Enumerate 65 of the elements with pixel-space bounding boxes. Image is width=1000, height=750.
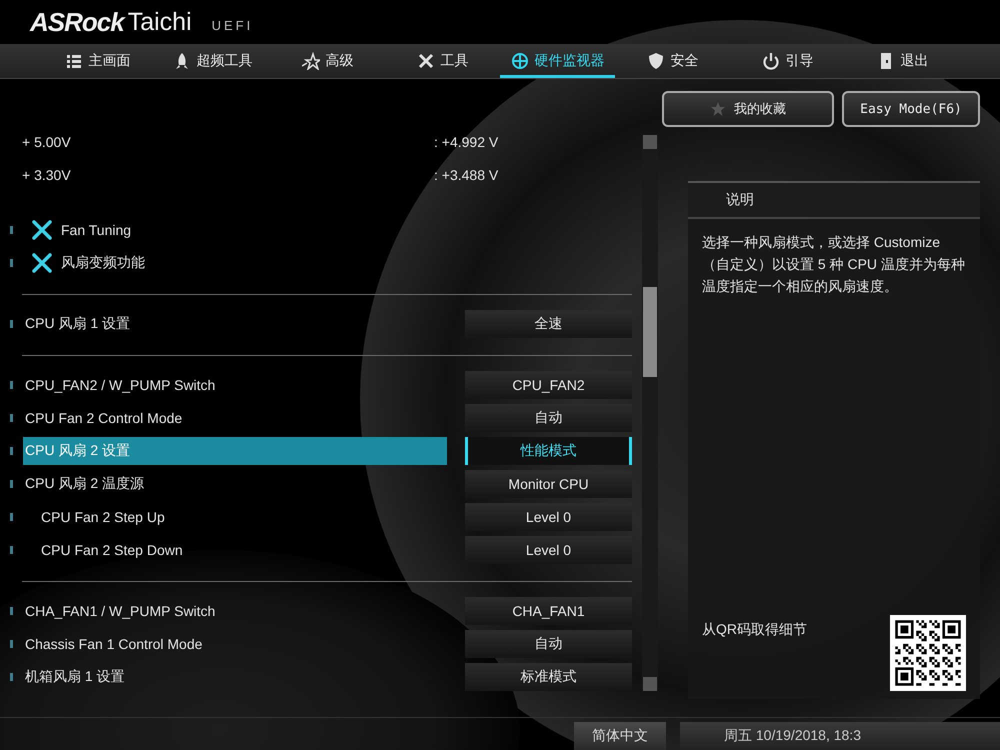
shield-icon xyxy=(646,52,664,70)
setting-value-button[interactable]: 标准模式 xyxy=(465,662,632,690)
setting-label[interactable]: CPU 风扇 1 设置 xyxy=(23,310,447,338)
panel-title: 说明 xyxy=(726,191,754,209)
language-button[interactable]: 简体中文 xyxy=(574,722,666,750)
row-marker-icon xyxy=(10,546,13,554)
setting-value-button[interactable]: 性能模式 xyxy=(465,436,632,464)
qr-label: 从QR码取得细节 xyxy=(702,621,807,639)
setting-value-button[interactable]: Level 0 xyxy=(465,536,632,564)
setting-label[interactable]: CPU Fan 2 Control Mode xyxy=(23,404,447,432)
menu-tab[interactable]: 超频工具 xyxy=(155,44,270,78)
menu-link[interactable]: 风扇变频功能 xyxy=(61,254,145,272)
row-marker-icon xyxy=(10,640,13,648)
scrollbar[interactable] xyxy=(642,135,658,691)
voltage-label: + 5.00V xyxy=(21,134,72,150)
logo-model: Taichi xyxy=(128,8,192,36)
scroll-up-icon[interactable] xyxy=(643,135,657,149)
setting-value-button[interactable]: 全速 xyxy=(465,310,632,338)
row-marker-icon xyxy=(10,446,13,454)
setting-value-button[interactable]: CPU_FAN2 xyxy=(465,370,632,398)
row-marker-icon xyxy=(10,320,13,328)
menu-tab[interactable]: 硬件监视器 xyxy=(500,44,615,78)
row-marker-icon xyxy=(10,258,13,266)
star-icon xyxy=(710,101,726,117)
setting-value-button[interactable]: 自动 xyxy=(465,630,632,658)
voltage-label: + 3.30V xyxy=(21,166,72,182)
menu-tab[interactable]: 主画面 xyxy=(40,44,155,78)
scrollbar-thumb[interactable] xyxy=(643,287,657,377)
logo-brand: ASRock xyxy=(30,6,124,38)
row-marker-icon xyxy=(10,380,13,388)
setting-label[interactable]: CPU_FAN2 / W_PUMP Switch xyxy=(23,370,447,398)
setting-value-button[interactable]: Level 0 xyxy=(465,502,632,530)
voltage-value: : +4.992 V xyxy=(434,134,498,150)
setting-value-button[interactable]: CHA_FAN1 xyxy=(465,596,632,624)
voltage-value: : +3.488 V xyxy=(434,166,498,182)
row-marker-icon xyxy=(10,606,13,614)
setting-label[interactable]: Chassis Fan 1 Control Mode xyxy=(23,630,447,658)
row-marker-icon xyxy=(10,512,13,520)
menu-tab[interactable]: 高级 xyxy=(270,44,385,78)
setting-value-button[interactable]: Monitor CPU xyxy=(465,470,632,498)
easy-mode-button[interactable]: Easy Mode(F6) xyxy=(842,91,980,127)
menu-tab[interactable]: 退出 xyxy=(845,44,960,78)
power-icon xyxy=(762,52,780,70)
list-icon xyxy=(64,52,82,70)
setting-label[interactable]: 机箱风扇 1 设置 xyxy=(23,662,447,690)
logo-suffix: UEFI xyxy=(212,18,254,32)
row-marker-icon xyxy=(10,414,13,422)
scroll-down-icon[interactable] xyxy=(643,677,657,691)
help-text: 选择一种风扇模式，或选择 Customize（自定义）以设置 5 种 CPU 温度并为每种温度指定一个相应的风扇速度。 xyxy=(701,233,966,296)
star-icon xyxy=(302,52,320,70)
setting-label[interactable]: CHA_FAN1 / W_PUMP Switch xyxy=(23,596,447,624)
row-marker-icon xyxy=(10,672,13,680)
setting-label[interactable]: CPU Fan 2 Step Down xyxy=(23,536,447,564)
row-marker-icon xyxy=(10,226,13,234)
menu-tab[interactable]: 安全 xyxy=(615,44,730,78)
menu-tab[interactable]: 引导 xyxy=(730,44,845,78)
menu-tab[interactable]: 工具 xyxy=(385,44,500,78)
setting-value-button[interactable]: 自动 xyxy=(465,404,632,432)
row-marker-icon xyxy=(10,480,13,488)
menu-link[interactable]: Fan Tuning xyxy=(61,222,132,238)
setting-label[interactable]: CPU Fan 2 Step Up xyxy=(23,502,447,530)
date-time: 周五 10/19/2018, 18:3 xyxy=(680,722,1000,750)
favorites-button[interactable]: 我的收藏 xyxy=(662,91,834,127)
setting-label[interactable]: CPU 风扇 2 温度源 xyxy=(23,470,447,498)
setting-label[interactable]: CPU 风扇 2 设置 xyxy=(23,436,447,464)
